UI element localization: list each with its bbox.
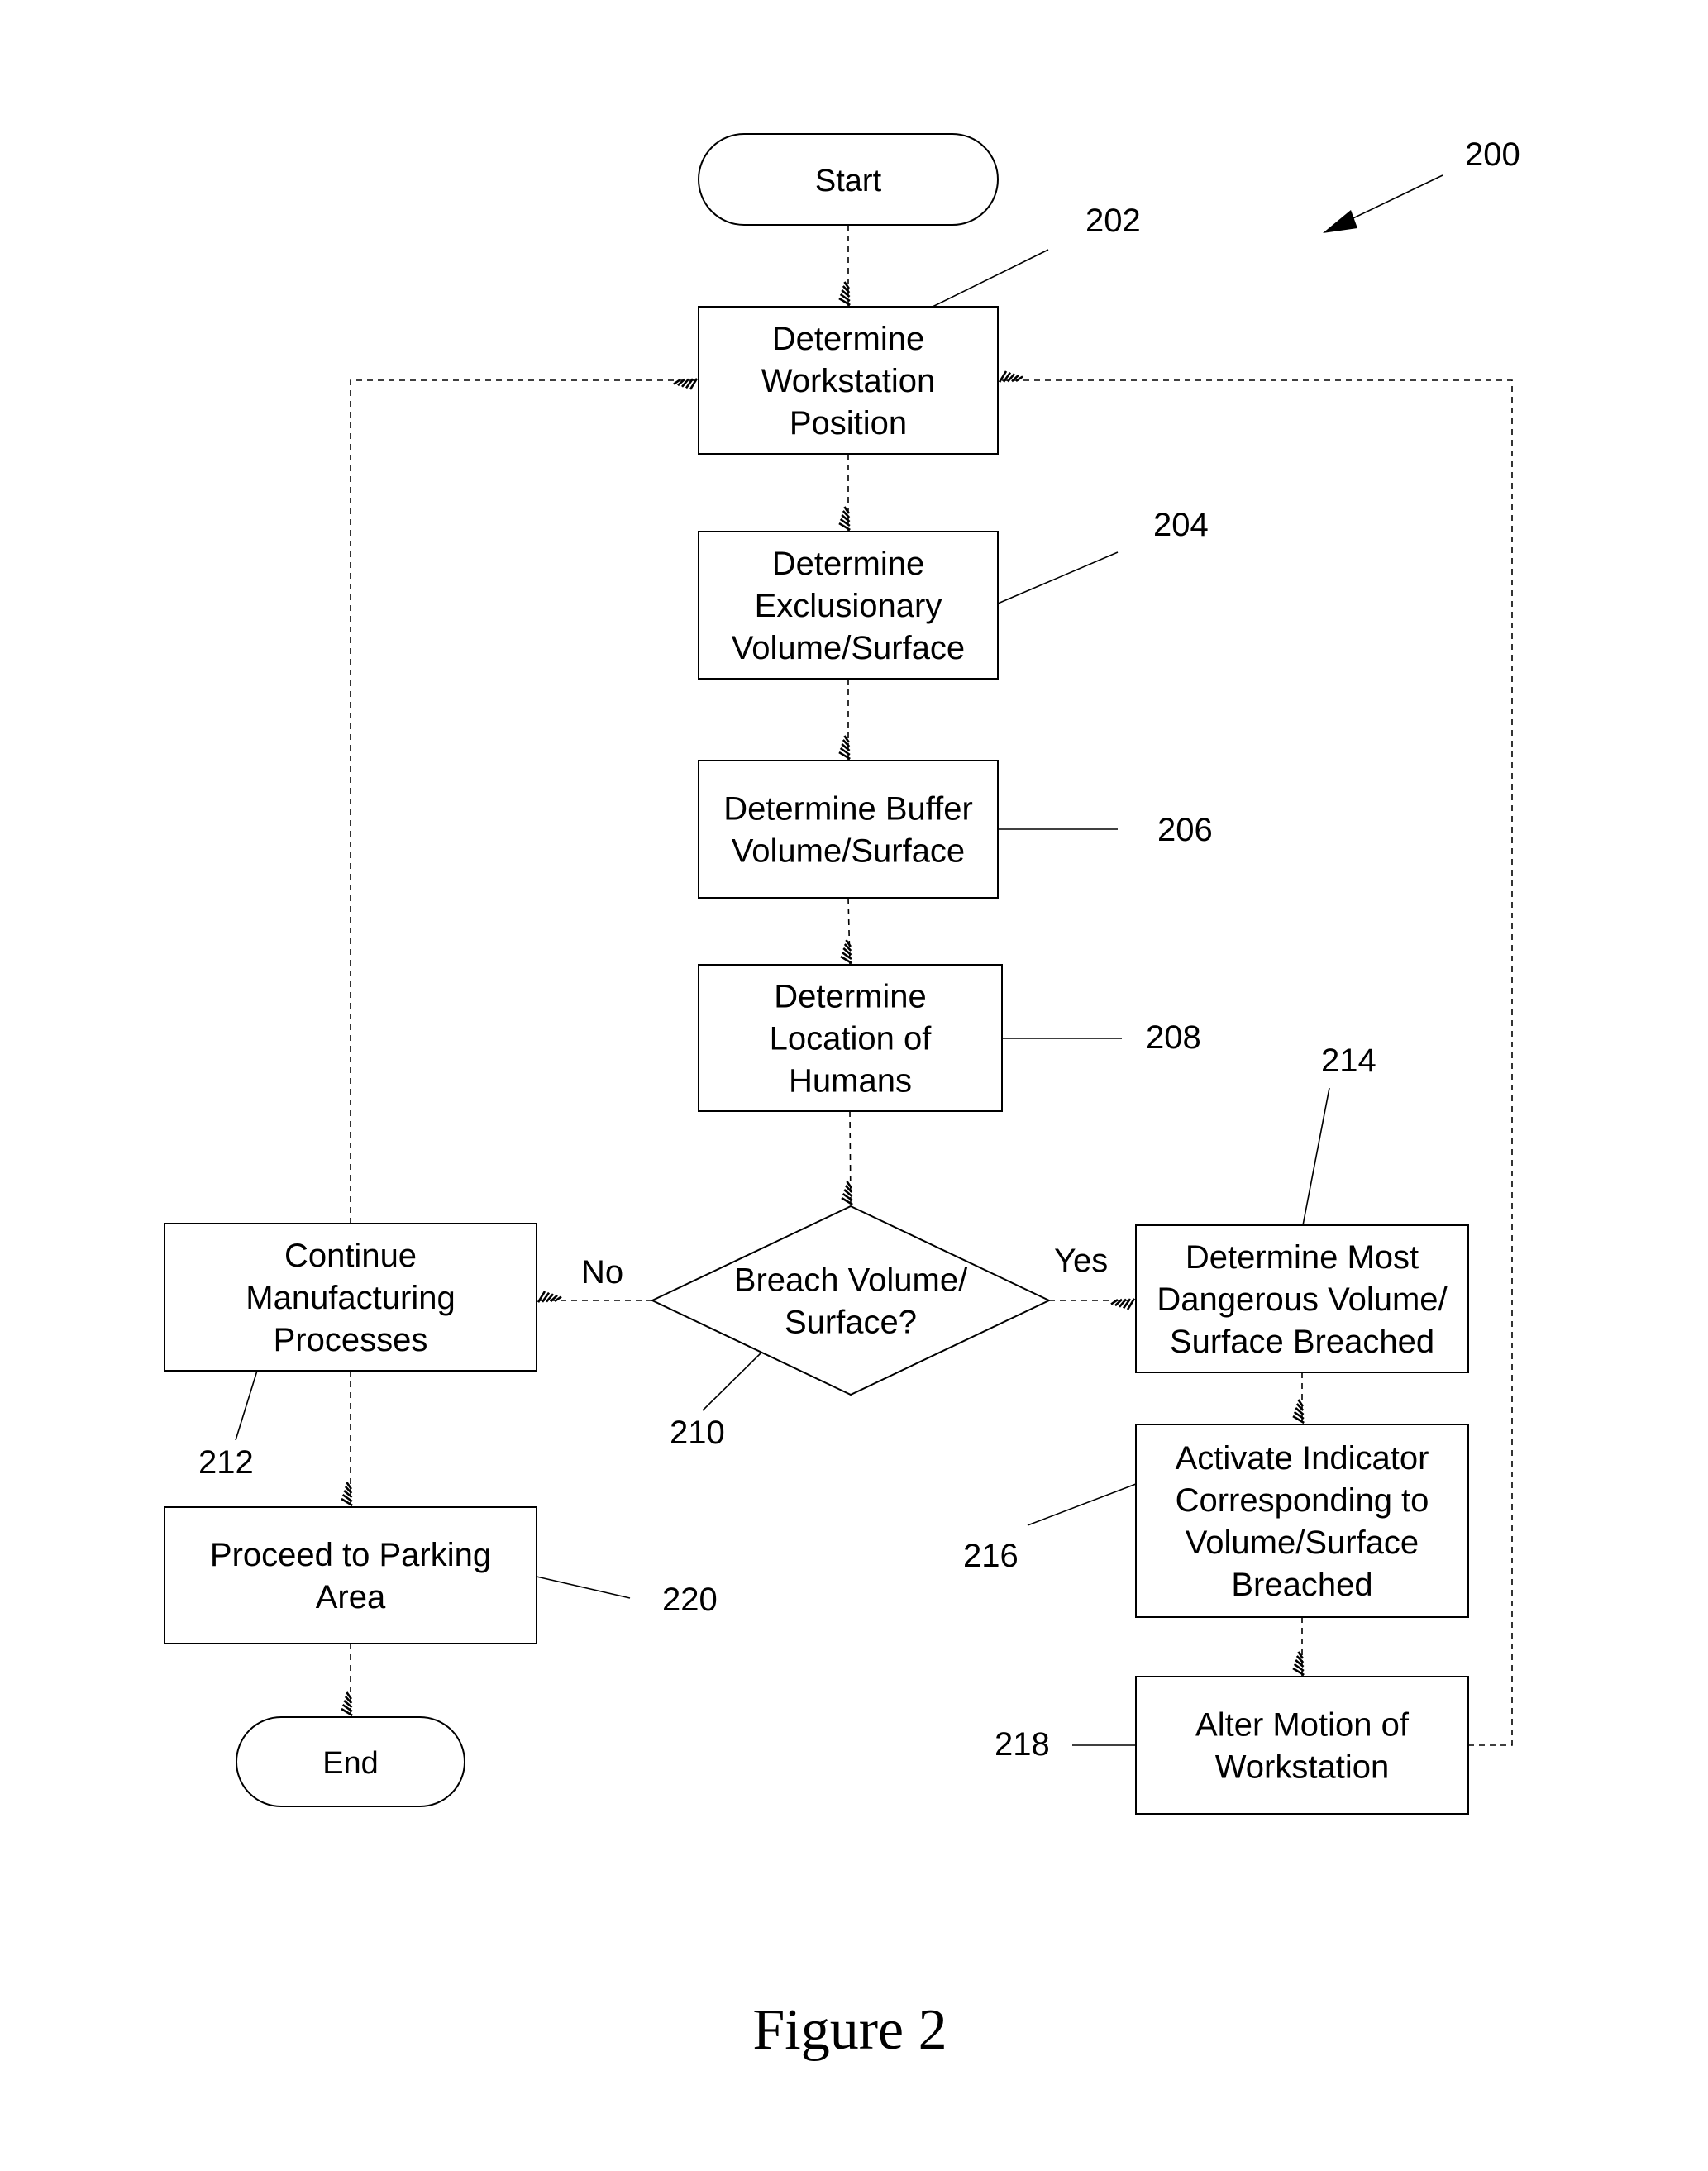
node-text-line: Position [790, 405, 907, 441]
process-box [164, 1506, 537, 1644]
node-text-line: Workstation [761, 363, 935, 399]
reference-label-216: 216 [963, 1538, 1019, 1574]
reference-label-220: 220 [662, 1582, 718, 1618]
node-text-line: Determine [772, 321, 925, 357]
node-text-line: Breached [1231, 1567, 1372, 1603]
node-text-line: Breach Volume/ [734, 1262, 968, 1299]
flowchart-diagram: 202 204 206 208 210 212 214 216 218 220 Start Dete… [164, 133, 1520, 2062]
reference-label-210: 210 [670, 1415, 725, 1451]
node-text-line: Start [815, 164, 882, 198]
process-box [698, 760, 999, 899]
reference-leader-220 [536, 1576, 631, 1599]
node-text-line: Surface Breached [1170, 1324, 1434, 1360]
node-text-line: Continue [284, 1238, 417, 1274]
reference-label-218: 218 [995, 1726, 1050, 1763]
node-text-line: Corresponding to [1176, 1482, 1429, 1519]
reference-label-204: 204 [1153, 507, 1209, 543]
reference-leader-216 [1027, 1483, 1137, 1526]
node-text-line: Determine [774, 979, 927, 1015]
flow-node-216: Activate Indicator Corresponding to Volume… [1135, 1424, 1469, 1618]
figure-reference-arrow-icon [1323, 210, 1357, 233]
flow-node-220: Proceed to Parking Area [164, 1506, 537, 1644]
nodes-layer: StartDetermineWorkstationPositionDetermi… [164, 133, 1469, 1815]
flow-node-208: Determine Location of Humans [698, 964, 1003, 1112]
node-text-line: Surface? [785, 1305, 917, 1341]
reference-label-208: 208 [1146, 1019, 1201, 1056]
figure-reference-pointer-line [1338, 174, 1443, 226]
node-text-line: Location of [770, 1021, 933, 1057]
flow-node-202: Determine Workstation Position [698, 306, 999, 455]
reference-leader-204 [997, 551, 1119, 604]
flow-node-218: Alter Motion of Workstation [1135, 1676, 1469, 1815]
flow-node-212: Continue Manufacturing Processes [164, 1223, 537, 1372]
flow-node-214: Determine Most Dangerous Volume/Surface B… [1135, 1224, 1469, 1373]
flow-node-204: Determine Exclusionary Volume/Surface [698, 531, 999, 680]
reference-leader-212 [235, 1370, 258, 1441]
node-text-line: Volume/Surface [1186, 1524, 1419, 1561]
decision-diamond [650, 1205, 1052, 1396]
flow-node-start: Start [698, 133, 999, 226]
reference-leader-214 [1302, 1087, 1330, 1226]
node-text-line: Determine Most [1186, 1239, 1419, 1276]
yes-branch-label: Yes [1054, 1243, 1108, 1279]
node-text-line: Workstation [1215, 1749, 1389, 1786]
reference-leader-210 [702, 1351, 763, 1411]
no-branch-label: No [581, 1254, 623, 1291]
node-text-line: Volume/Surface [732, 833, 965, 870]
node-text-line: Determine [772, 546, 925, 582]
node-text-line: Dangerous Volume/ [1157, 1281, 1448, 1318]
reference-label-206: 206 [1157, 812, 1213, 848]
reference-label-214: 214 [1321, 1043, 1376, 1079]
node-text-line: Alter Motion of [1195, 1707, 1410, 1744]
node-text-line: Area [316, 1579, 386, 1615]
reference-label-202: 202 [1085, 203, 1141, 239]
node-text-line: Proceed to Parking [210, 1537, 491, 1573]
node-text-line: End [322, 1746, 379, 1781]
flow-node-206: Determine Buffer Volume/Surface [698, 760, 999, 899]
connector-212-to-202 [350, 379, 699, 1224]
node-text-line: Activate Indicator [1176, 1440, 1429, 1477]
figure-reference: 200 [1323, 136, 1520, 233]
process-box [1135, 1676, 1469, 1815]
flow-node-end: End [236, 1716, 465, 1807]
figure-caption: Figure 2 [752, 1998, 947, 2062]
node-text-line: Processes [274, 1322, 428, 1358]
node-text-line: Exclusionary [755, 588, 942, 624]
reference-leader-202 [932, 249, 1049, 308]
node-text-line: Humans [789, 1063, 912, 1100]
node-text-line: Determine Buffer [723, 791, 973, 828]
flow-node-210: Breach Volume/Surface? [650, 1205, 1052, 1396]
node-text-line: Manufacturing [246, 1280, 455, 1316]
reference-label-212: 212 [198, 1444, 254, 1481]
figure-reference-label: 200 [1465, 136, 1520, 173]
node-text-line: Volume/Surface [732, 630, 965, 666]
